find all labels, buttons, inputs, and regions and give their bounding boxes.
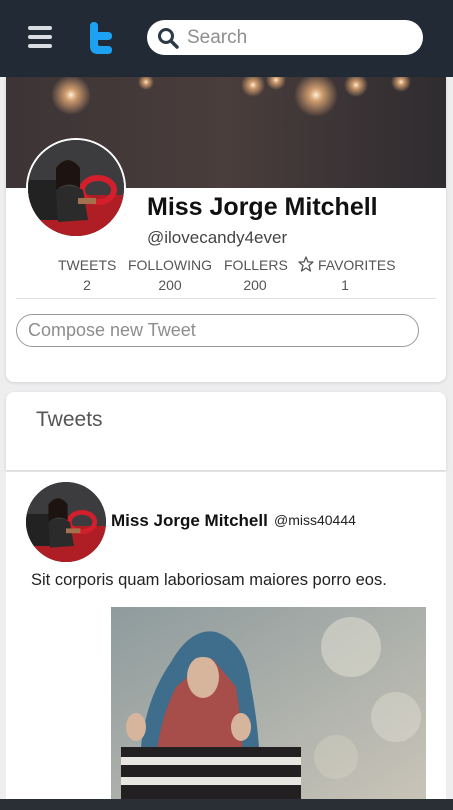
top-navbar xyxy=(0,0,453,77)
stat-following-label: FOLLOWING xyxy=(127,257,212,273)
stat-followers[interactable]: FOLLERS 200 xyxy=(224,255,288,295)
tweet-text: Sit corporis quam laboriosam maiores por… xyxy=(31,571,387,589)
hamburger-menu-icon[interactable] xyxy=(28,26,52,48)
stat-followers-value: 200 xyxy=(243,277,267,293)
stat-favorites[interactable]: FAVORITES 1 xyxy=(298,255,396,295)
stat-favorites-label: FAVORITES xyxy=(318,257,396,273)
tweet-author-handle[interactable]: @miss40444 xyxy=(274,512,356,528)
star-icon xyxy=(298,256,314,272)
profile-avatar[interactable] xyxy=(26,138,126,238)
profile-name: Miss Jorge Mitchell xyxy=(147,193,378,221)
divider xyxy=(16,298,436,299)
tweet-avatar[interactable] xyxy=(26,482,106,562)
bottom-bar xyxy=(0,799,453,810)
profile-card: Miss Jorge Mitchell @ilovecandy4ever TWE… xyxy=(6,77,446,382)
tweet-card: Miss Jorge Mitchell @miss40444 Sit corpo… xyxy=(6,472,446,802)
search-icon xyxy=(158,28,179,49)
tweets-header-card: Tweets xyxy=(6,392,446,470)
tweet-image[interactable] xyxy=(111,607,426,802)
stat-following-value: 200 xyxy=(158,277,182,293)
stat-tweets-label: TWEETS xyxy=(58,257,117,273)
profile-handle: @ilovecandy4ever xyxy=(147,228,288,247)
twitter-logo-icon[interactable] xyxy=(86,22,114,54)
tweets-section-title: Tweets xyxy=(36,408,103,431)
stat-tweets-value: 2 xyxy=(83,277,91,293)
tweet-author-name[interactable]: Miss Jorge Mitchell xyxy=(111,511,268,531)
stat-tweets[interactable]: TWEETS 2 xyxy=(58,255,116,295)
stat-following[interactable]: FOLLOWING 200 xyxy=(127,255,213,295)
stat-favorites-value: 1 xyxy=(341,277,349,293)
compose-tweet-input[interactable] xyxy=(16,314,419,347)
search-input[interactable] xyxy=(187,20,413,55)
search-box[interactable] xyxy=(147,20,423,55)
stat-followers-label: FOLLERS xyxy=(224,257,288,273)
